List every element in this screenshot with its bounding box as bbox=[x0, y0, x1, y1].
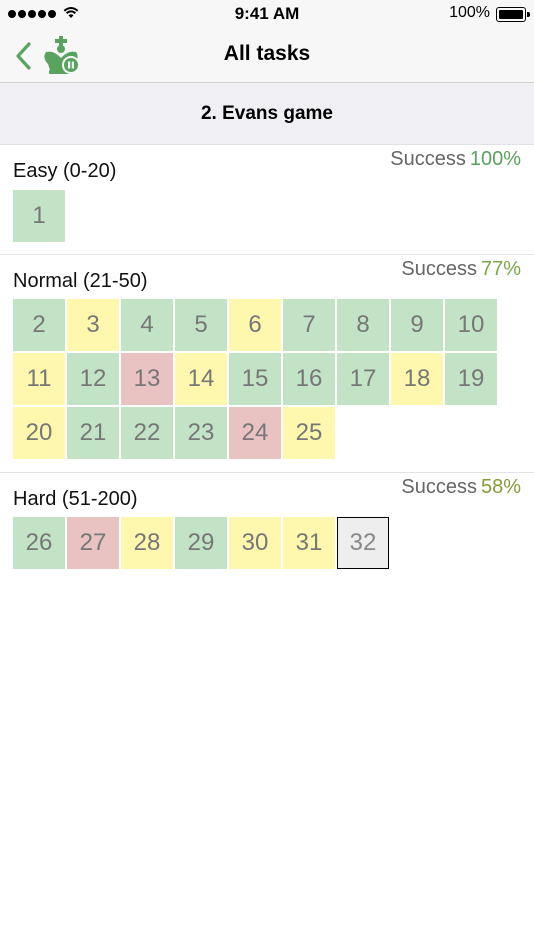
section-normal: Normal (21-50) Success 77% 2 3 4 5 6 7 8 9 10 11 12… bbox=[0, 255, 534, 471]
task-cell-23[interactable]: 23 bbox=[175, 407, 227, 459]
task-cell-2[interactable]: 2 bbox=[13, 299, 65, 351]
battery-icon bbox=[496, 7, 530, 22]
task-cell-7[interactable]: 7 bbox=[283, 299, 335, 351]
section-easy: Easy (0-20) Success 100% 1 bbox=[0, 145, 534, 253]
task-cell-14[interactable]: 14 bbox=[175, 353, 227, 405]
task-cell-22[interactable]: 22 bbox=[121, 407, 173, 459]
task-cell-17[interactable]: 17 bbox=[337, 353, 389, 405]
task-cell-31[interactable]: 31 bbox=[283, 517, 335, 569]
task-cell-3[interactable]: 3 bbox=[67, 299, 119, 351]
page-title: All tasks bbox=[223, 42, 311, 65]
task-cell-29[interactable]: 29 bbox=[175, 517, 227, 569]
section-hard: Hard (51-200) Success 58% 26 27 28 29 30 31 32 bbox=[0, 473, 534, 583]
success-label: Success bbox=[401, 476, 477, 498]
success-value: 58% bbox=[480, 476, 521, 498]
section-title: Hard (51-200) bbox=[13, 488, 138, 510]
task-cell-26[interactable]: 26 bbox=[13, 517, 65, 569]
task-cell-16[interactable]: 16 bbox=[283, 353, 335, 405]
task-cell-6[interactable]: 6 bbox=[229, 299, 281, 351]
success-rate: Success 77% bbox=[401, 258, 521, 281]
task-cell-21[interactable]: 21 bbox=[67, 407, 119, 459]
section-title: Normal (21-50) bbox=[13, 270, 148, 292]
section-title: Easy (0-20) bbox=[13, 160, 117, 182]
success-rate: Success 100% bbox=[390, 148, 521, 171]
task-grid: 1 bbox=[13, 190, 497, 242]
task-cell-15[interactable]: 15 bbox=[229, 353, 281, 405]
success-value: 77% bbox=[480, 258, 521, 280]
task-cell-13[interactable]: 13 bbox=[121, 353, 173, 405]
status-bar: 9:41 AM 100% bbox=[0, 0, 534, 28]
task-cell-20[interactable]: 20 bbox=[13, 407, 65, 459]
task-cell-8[interactable]: 8 bbox=[337, 299, 389, 351]
task-cell-1[interactable]: 1 bbox=[13, 190, 65, 242]
task-cell-30[interactable]: 30 bbox=[229, 517, 281, 569]
success-rate: Success 58% bbox=[401, 476, 521, 499]
task-cell-18[interactable]: 18 bbox=[391, 353, 443, 405]
lesson-header: 2. Evans game bbox=[0, 83, 534, 145]
task-grid: 26 27 28 29 30 31 32 bbox=[13, 517, 497, 569]
task-grid: 2 3 4 5 6 7 8 9 10 11 12 13 14 15 16 17 18 19 20 21 22 23 24 25 bbox=[13, 299, 497, 459]
task-cell-4[interactable]: 4 bbox=[121, 299, 173, 351]
success-label: Success bbox=[390, 148, 466, 170]
task-cell-27[interactable]: 27 bbox=[67, 517, 119, 569]
lesson-title: 2. Evans game bbox=[200, 103, 334, 124]
task-cell-10[interactable]: 10 bbox=[445, 299, 497, 351]
task-cell-25[interactable]: 25 bbox=[283, 407, 335, 459]
task-cell-28[interactable]: 28 bbox=[121, 517, 173, 569]
task-cell-11[interactable]: 11 bbox=[13, 353, 65, 405]
task-cell-9[interactable]: 9 bbox=[391, 299, 443, 351]
task-cell-5[interactable]: 5 bbox=[175, 299, 227, 351]
task-cell-24[interactable]: 24 bbox=[229, 407, 281, 459]
success-label: Success bbox=[401, 258, 477, 280]
task-cell-19[interactable]: 19 bbox=[445, 353, 497, 405]
battery-percent: 100% bbox=[449, 4, 490, 21]
task-cell-32[interactable]: 32 bbox=[337, 517, 389, 569]
task-cell-12[interactable]: 12 bbox=[67, 353, 119, 405]
navigation-bar: All tasks bbox=[0, 28, 534, 83]
success-value: 100% bbox=[469, 148, 521, 170]
